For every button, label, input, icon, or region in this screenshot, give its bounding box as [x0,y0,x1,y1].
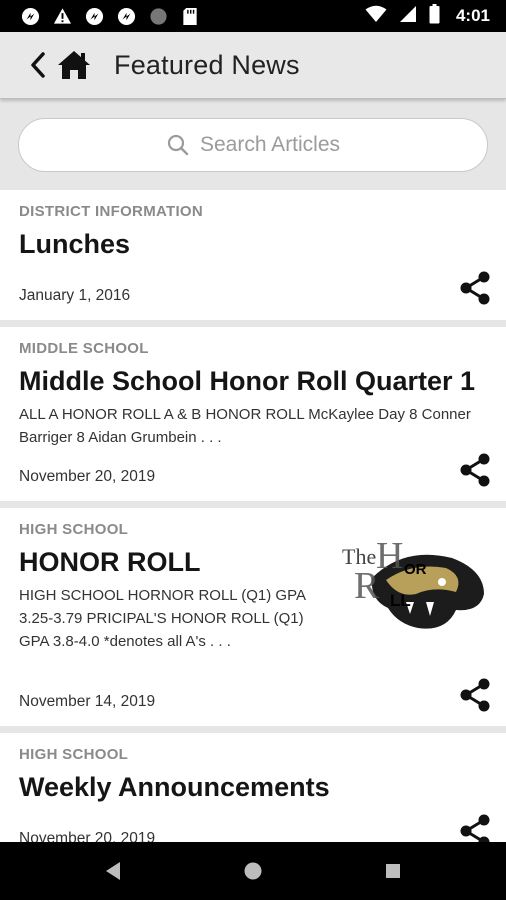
chevron-left-icon [31,52,45,78]
article-thumbnail: The H R OR LL [334,528,488,646]
share-icon [460,678,490,712]
article-feed: DISTRICT INFORMATION Lunches January 1, … [0,190,506,900]
svg-text:R: R [354,565,380,607]
sync-icon [20,6,40,26]
home-circle-icon [244,862,262,880]
share-button[interactable] [458,271,492,305]
share-button[interactable] [458,453,492,487]
back-button[interactable] [24,45,52,85]
article-title: Lunches [19,229,131,259]
battery-icon [429,3,440,29]
article-card[interactable]: MIDDLE SCHOOL Middle School Honor Roll Q… [0,327,506,501]
search-placeholder: Search Articles [199,133,341,156]
status-bar: 4:01 [0,0,506,32]
search-input[interactable]: Search Articles [18,118,488,172]
wifi-icon [365,5,387,28]
search-icon [167,134,189,156]
nav-recents-button[interactable] [323,842,463,900]
back-triangle-icon [106,862,120,880]
home-button[interactable] [54,45,94,85]
article-snippet: HIGH SCHOOL HORNOR ROLL (Q1) GPA 3.25-3.… [19,587,306,650]
article-date: November 20, 2019 [19,468,156,485]
home-icon [58,51,90,79]
system-nav-bar [0,842,506,900]
sync-icon [84,6,104,26]
share-button[interactable] [458,678,492,712]
nav-back-button[interactable] [43,842,183,900]
recents-square-icon [386,864,400,878]
app-bar: Featured News [0,32,506,99]
status-icons-left [20,6,200,26]
svg-text:LL: LL [390,591,411,610]
honor-roll-jaguar-image: The H R OR LL [334,528,488,646]
article-card[interactable]: DISTRICT INFORMATION Lunches January 1, … [0,190,506,320]
clock: 4:01 [455,6,490,25]
signal-icon [399,5,417,28]
article-category: MIDDLE SCHOOL [19,340,149,357]
share-icon [460,453,490,487]
svg-text:OR: OR [404,561,427,578]
nav-home-button[interactable] [183,842,323,900]
status-icons-right: 4:01 [365,3,490,29]
article-card[interactable]: HIGH SCHOOL HONOR ROLL HIGH SCHOOL HORNO… [0,508,506,726]
article-title: Middle School Honor Roll Quarter 1 [19,366,476,396]
article-category: HIGH SCHOOL [19,746,129,763]
search-area: Search Articles [0,100,506,190]
page-title: Featured News [114,49,300,80]
article-snippet: ALL A HONOR ROLL A & B HONOR ROLL McKayl… [19,406,471,446]
warning-icon [52,6,72,26]
sd-card-icon [180,6,200,26]
sync-icon [116,6,136,26]
share-icon [460,271,490,305]
svg-text:H: H [376,535,403,577]
article-title: Weekly Announcements [19,772,330,802]
record-icon [148,6,168,26]
article-date: November 14, 2019 [19,693,156,710]
article-category: DISTRICT INFORMATION [19,203,204,220]
article-date: January 1, 2016 [19,287,131,304]
